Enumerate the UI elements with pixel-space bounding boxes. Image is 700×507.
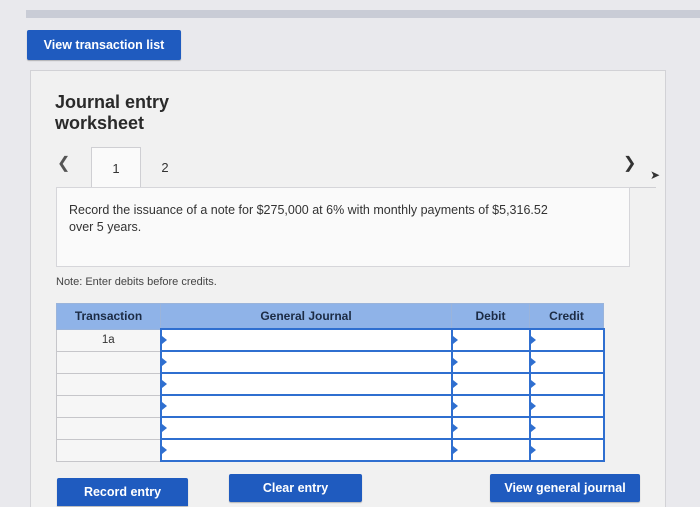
credit-input[interactable] (528, 372, 605, 396)
journal-worksheet-panel: Journal entry worksheet ❮ 1 2 ❯ Record t… (30, 70, 666, 507)
transaction-cell (56, 438, 161, 462)
mouse-cursor-icon: ➤ (650, 168, 661, 182)
clear-entry-button[interactable]: Clear entry (229, 474, 362, 502)
table-row (56, 416, 605, 440)
record-entry-button[interactable]: Record entry (57, 478, 188, 506)
tab-1-label: 1 (112, 160, 120, 176)
tab-1[interactable]: 1 (91, 147, 141, 188)
table-row (56, 394, 605, 418)
debit-input[interactable] (450, 438, 531, 462)
header-transaction: Transaction (56, 303, 161, 330)
question-box: Record the issuance of a note for $275,0… (56, 187, 630, 267)
account-input[interactable] (159, 328, 453, 352)
chevron-left-icon[interactable]: ❮ (57, 153, 70, 173)
worksheet-title: Journal entry worksheet (55, 92, 169, 134)
credit-input[interactable] (528, 416, 605, 440)
header-credit: Credit (529, 303, 604, 330)
debit-input[interactable] (450, 394, 531, 418)
account-input[interactable] (159, 438, 453, 462)
account-input[interactable] (159, 394, 453, 418)
account-input[interactable] (159, 372, 453, 396)
tab-2-label: 2 (161, 159, 169, 175)
debit-input[interactable] (450, 350, 531, 374)
journal-table: Transaction General Journal Debit Credit… (56, 303, 605, 462)
table-row (56, 372, 605, 396)
top-strip (26, 10, 700, 18)
question-text: Record the issuance of a note for $275,0… (69, 203, 548, 234)
debit-input[interactable] (450, 372, 531, 396)
view-transaction-list-button[interactable]: View transaction list (27, 30, 181, 60)
credit-input[interactable] (528, 394, 605, 418)
table-row (56, 350, 605, 374)
credit-input[interactable] (528, 328, 605, 352)
worksheet-title-line2: worksheet (55, 113, 145, 133)
credit-input[interactable] (528, 438, 605, 462)
worksheet-title-line1: Journal entry (55, 92, 170, 112)
account-input[interactable] (159, 416, 453, 440)
credit-input[interactable] (528, 350, 605, 374)
transaction-cell (56, 372, 161, 396)
table-row: 1a (56, 328, 605, 352)
table-row (56, 438, 605, 462)
tab-2[interactable]: 2 (151, 147, 179, 187)
header-debit: Debit (451, 303, 530, 330)
transaction-cell (56, 350, 161, 374)
debit-input[interactable] (450, 328, 531, 352)
table-header-row: Transaction General Journal Debit Credit (56, 303, 604, 330)
transaction-cell: 1a (56, 328, 161, 352)
account-input[interactable] (159, 350, 453, 374)
transaction-cell (56, 394, 161, 418)
debit-input[interactable] (450, 416, 531, 440)
view-general-journal-button[interactable]: View general journal (490, 474, 640, 502)
note-text: Note: Enter debits before credits. (56, 276, 217, 288)
chevron-right-icon[interactable]: ❯ (623, 153, 636, 173)
header-general-journal: General Journal (160, 303, 452, 330)
transaction-cell (56, 416, 161, 440)
